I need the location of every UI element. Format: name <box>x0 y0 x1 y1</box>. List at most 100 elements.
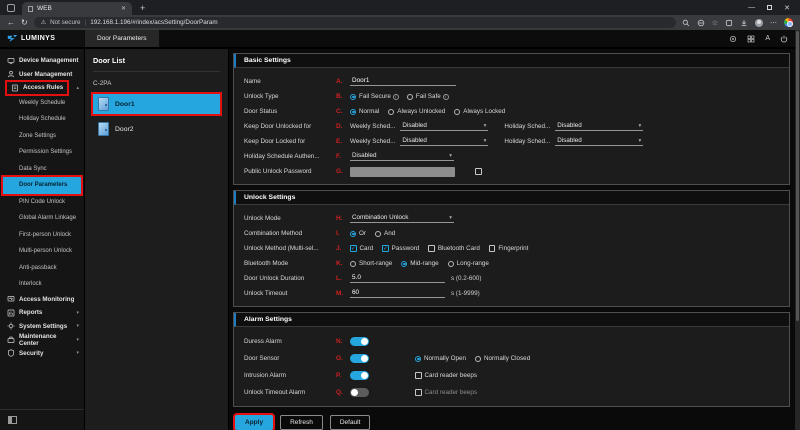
target-icon[interactable] <box>729 35 737 43</box>
door-list-item-door2[interactable]: Door2 <box>93 119 220 139</box>
field-label: Unlock Method (Multi-sel... <box>244 245 336 252</box>
sidebar-item-door-parameters[interactable]: Door Parameters <box>3 177 81 194</box>
fail-secure-radio[interactable] <box>350 94 356 100</box>
keep-locked-holiday-select[interactable]: Disabled ▾ <box>555 137 643 146</box>
sensor-normally-open-radio[interactable] <box>415 356 421 362</box>
unlock-timeout-alarm-toggle[interactable] <box>350 388 369 397</box>
bt-long-range-radio[interactable] <box>448 261 454 267</box>
back-button[interactable]: ← <box>7 18 15 27</box>
sidebar-item-global-alarm-linkage[interactable]: Global Alarm Linkage <box>0 210 84 227</box>
door-list-item-door1[interactable]: Door1 <box>93 94 220 114</box>
bluetooth-card-checkbox[interactable] <box>428 245 435 252</box>
fingerprint-checkbox[interactable] <box>489 245 496 252</box>
profile-avatar[interactable] <box>755 19 763 27</box>
user-account-icon[interactable]: A <box>765 35 770 42</box>
tab-title: WEB <box>37 5 52 12</box>
browser-logo-icon[interactable] <box>784 18 793 27</box>
fail-safe-radio[interactable] <box>407 94 413 100</box>
unlock-timeout-input[interactable]: 60 <box>350 289 445 298</box>
sidebar-item-anti-passback[interactable]: Anti-passback <box>0 260 84 277</box>
tab-close-icon[interactable]: ✕ <box>121 5 126 12</box>
reload-button[interactable]: ↻ <box>21 18 28 27</box>
chevron-down-icon: ▾ <box>76 323 79 329</box>
sidebar-item-weekly-schedule[interactable]: Weekly Schedule <box>0 95 84 112</box>
sidebar-item-multi-person-unlock[interactable]: Multi-person Unlock <box>0 243 84 260</box>
weekly-sched-label: Weekly Sched... <box>350 123 395 130</box>
chevron-down-icon: ▾ <box>449 215 452 221</box>
sidebar-footer <box>0 409 84 430</box>
sidebar-item-zone-settings[interactable]: Zone Settings <box>0 128 84 145</box>
sidebar-item-access-rules[interactable]: Access Rules ▴ <box>0 81 84 95</box>
collapse-sidebar-icon[interactable] <box>8 416 17 424</box>
info-icon[interactable]: i <box>443 94 449 100</box>
field-label: Door Unlock Duration <box>244 275 336 282</box>
browser-tab[interactable]: WEB ✕ <box>22 2 132 15</box>
window-close-button[interactable]: ✕ <box>784 4 790 12</box>
holiday-auth-select[interactable]: Disabled ▾ <box>350 152 454 161</box>
sidebar-item-device-management[interactable]: Device Management <box>0 54 84 68</box>
address-bar[interactable]: ⚠ Not secure | 192.168.1.196/#/index/acs… <box>34 17 676 28</box>
card-checkbox[interactable]: ✓ <box>350 245 357 252</box>
password-checkbox[interactable]: ✓ <box>382 245 389 252</box>
door-status-always-locked-radio[interactable] <box>454 109 460 115</box>
door-group-label[interactable]: C-2PA <box>93 80 220 87</box>
new-tab-button[interactable]: + <box>140 3 145 13</box>
page-tab-door-parameters[interactable]: Door Parameters <box>85 30 159 47</box>
sidebar-label: User Management <box>19 71 72 78</box>
duress-alarm-toggle[interactable] <box>350 337 369 346</box>
sensor-normally-closed-radio[interactable] <box>475 356 481 362</box>
tab-search-icon[interactable] <box>7 4 15 12</box>
sidebar-item-reports[interactable]: Reports ▾ <box>0 306 84 320</box>
refresh-button[interactable]: Refresh <box>280 415 323 430</box>
window-minimize-button[interactable]: — <box>748 4 755 11</box>
power-logout-icon[interactable] <box>780 35 788 43</box>
sidebar-item-user-management[interactable]: User Management <box>0 68 84 82</box>
sidebar-item-access-monitoring[interactable]: Access Monitoring <box>0 293 84 307</box>
access-rules-icon <box>11 84 19 92</box>
keep-unlocked-weekly-select[interactable]: Disabled ▾ <box>400 122 488 131</box>
bt-short-range-radio[interactable] <box>350 261 356 267</box>
name-input[interactable]: Door1 <box>350 77 456 86</box>
sidebar-item-system-settings[interactable]: System Settings ▾ <box>0 320 84 334</box>
window-restore-button[interactable] <box>767 5 772 10</box>
extensions-icon[interactable] <box>725 19 733 27</box>
annotation-letter: B. <box>336 93 350 100</box>
sidebar-item-first-person-unlock[interactable]: First-person Unlock <box>0 227 84 244</box>
intrusion-alarm-toggle[interactable] <box>350 371 369 380</box>
unlock-mode-select[interactable]: Combination Unlock ▾ <box>350 214 454 223</box>
unlock-settings-section: Unlock Settings Unlock Mode H. Combinati… <box>233 190 790 307</box>
content-blocked-icon[interactable] <box>697 19 705 27</box>
sidebar-item-maintenance-center[interactable]: Maintenance Center ▾ <box>0 333 84 347</box>
scrollbar-thumb[interactable] <box>796 31 799 321</box>
sidebar-item-holiday-schedule[interactable]: Holiday Schedule <box>0 111 84 128</box>
sidebar-item-interlock[interactable]: Interlock <box>0 276 84 293</box>
page-scrollbar[interactable] <box>795 30 800 430</box>
keep-unlocked-holiday-select[interactable]: Disabled ▾ <box>555 122 643 131</box>
combination-and-radio[interactable] <box>375 231 381 237</box>
info-icon[interactable]: i <box>393 94 399 100</box>
combination-or-radio[interactable] <box>350 231 356 237</box>
apply-button[interactable]: Apply <box>235 415 273 430</box>
bt-mid-range-radio[interactable] <box>401 261 407 267</box>
bookmark-star-icon[interactable]: ☆ <box>712 19 718 27</box>
zoom-icon[interactable] <box>682 19 690 27</box>
user-management-icon <box>7 70 15 78</box>
download-icon[interactable] <box>740 19 748 27</box>
sidebar-item-permission-settings[interactable]: Permission Settings <box>0 144 84 161</box>
sidebar-item-security[interactable]: Security ▾ <box>0 347 84 361</box>
browser-menu-icon[interactable]: ⋯ <box>770 19 777 27</box>
keep-locked-weekly-select[interactable]: Disabled ▾ <box>400 137 488 146</box>
door-unlock-duration-input[interactable]: 5.0 <box>350 274 445 283</box>
sidebar-item-pin-code-unlock[interactable]: PIN Code Unlock <box>0 194 84 211</box>
default-button[interactable]: Default <box>330 415 371 430</box>
layout-grid-icon[interactable] <box>747 35 755 43</box>
name-row: Name A. Door1 <box>244 74 779 89</box>
door-status-normal-radio[interactable] <box>350 109 356 115</box>
public-password-enable-checkbox[interactable] <box>475 168 482 175</box>
holiday-auth-row: Holiday Schedule Authen... F. Disabled ▾ <box>244 149 779 164</box>
door-sensor-toggle[interactable] <box>350 354 369 363</box>
timeout-beeps-checkbox[interactable] <box>415 389 422 396</box>
intrusion-beeps-checkbox[interactable] <box>415 372 422 379</box>
door-status-always-unlocked-radio[interactable] <box>388 109 394 115</box>
sidebar-item-data-sync[interactable]: Data Sync <box>0 161 84 178</box>
